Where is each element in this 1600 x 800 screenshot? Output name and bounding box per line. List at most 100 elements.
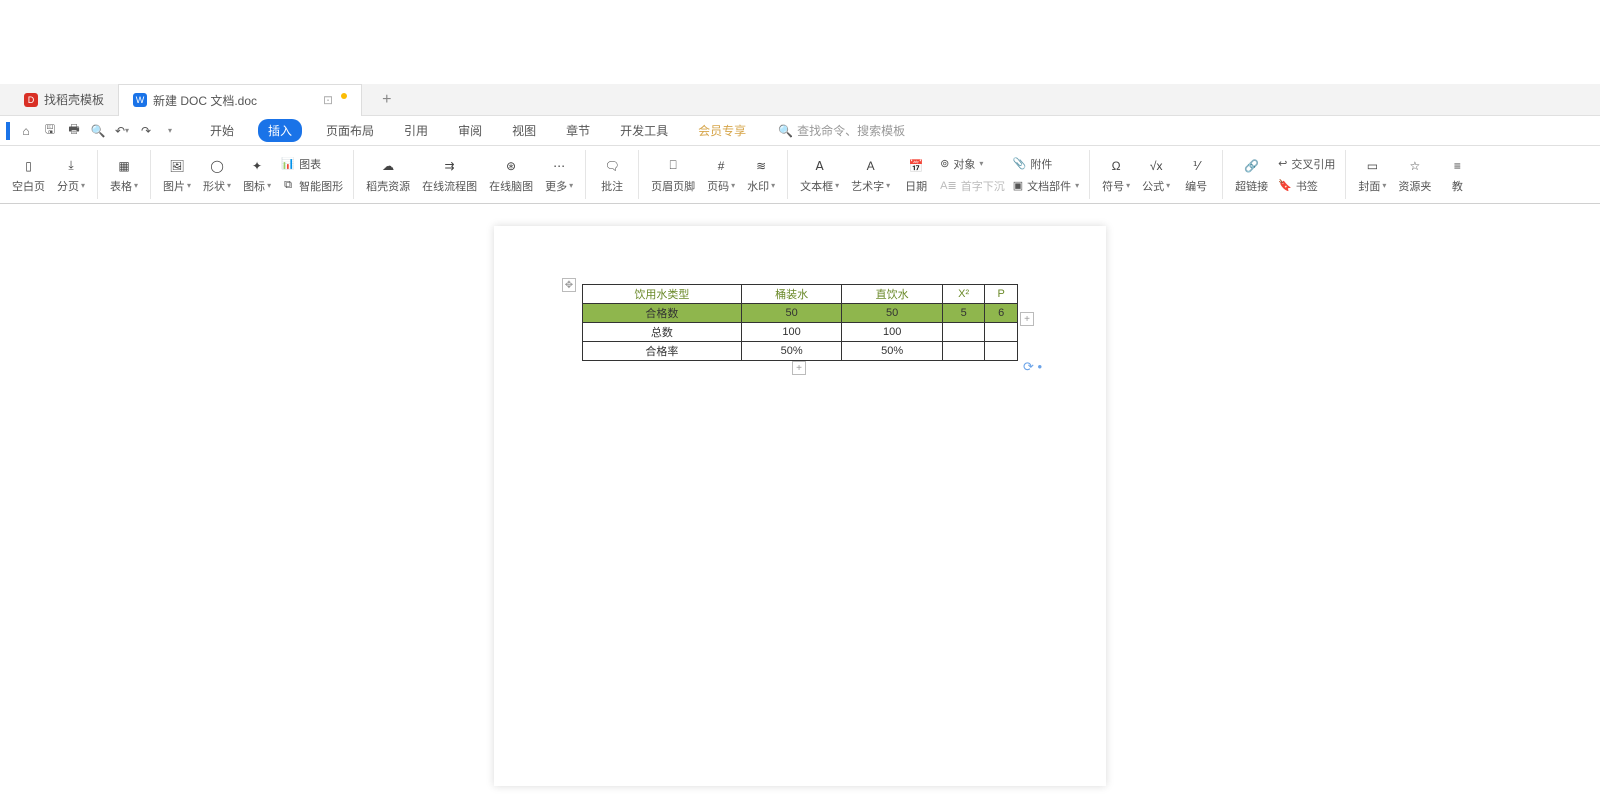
search-placeholder: 查找命令、搜索模板 [797, 122, 905, 139]
undo-icon[interactable]: ↶▾ [114, 123, 130, 139]
new-tab-button[interactable]: + [382, 91, 391, 109]
symbol-label: 符号▾ [1102, 178, 1130, 194]
object-button[interactable]: ⊚ 对象▾ [938, 154, 1007, 174]
edu-button[interactable]: ≡ 教 [1439, 154, 1475, 196]
equation-button[interactable]: √x 公式▾ [1138, 154, 1174, 196]
table-header-cell[interactable]: 直饮水 [842, 285, 943, 304]
preview-icon[interactable]: 🔍 [90, 123, 106, 139]
table-cell[interactable] [985, 342, 1018, 361]
cover-label: 封面▾ [1358, 178, 1386, 194]
tab-page-layout[interactable]: 页面布局 [320, 118, 380, 143]
tab-templates[interactable]: D 找稻壳模板 [10, 84, 118, 116]
number-label: 编号 [1185, 178, 1207, 194]
page-number-button[interactable]: # 页码▾ [703, 154, 739, 196]
table-cell[interactable] [942, 342, 984, 361]
docer-resource-button[interactable]: ☁ 稻壳资源 [362, 154, 414, 196]
table-cell[interactable]: 100 [842, 323, 943, 342]
cover-button[interactable]: ▭ 封面▾ [1354, 154, 1390, 196]
tab-member[interactable]: 会员专享 [692, 118, 752, 143]
table-move-handle-icon[interactable]: ✥ [562, 278, 576, 292]
mindmap-label: 在线脑图 [489, 178, 533, 194]
shapes-button[interactable]: ◯ 形状▾ [199, 154, 235, 196]
blank-page-button[interactable]: ▯ 空白页 [8, 154, 49, 196]
cross-ref-button[interactable]: ↩ 交叉引用 [1276, 154, 1337, 174]
table-cell[interactable]: 合格数 [583, 304, 742, 323]
table-header-cell[interactable]: X² [942, 285, 984, 304]
object-label: 对象 [953, 156, 975, 172]
tab-references[interactable]: 引用 [398, 118, 434, 143]
drop-cap-icon: A≣ [940, 179, 957, 192]
table-cell[interactable]: 100 [741, 323, 842, 342]
table-cell[interactable]: 50 [741, 304, 842, 323]
page-number-label: 页码▾ [707, 178, 735, 194]
home-icon[interactable]: ⌂ [18, 123, 34, 139]
watermark-button[interactable]: ≋ 水印▾ [743, 154, 779, 196]
table-add-row-handle-icon[interactable]: + [792, 361, 806, 375]
tab-label-1: 新建 DOC 文档.doc [153, 92, 257, 109]
attachment-button[interactable]: 📎 附件 [1011, 154, 1081, 174]
smartart-button[interactable]: ⧉ 智能图形 [279, 176, 345, 196]
icons-button[interactable]: ✦ 图标▾ [239, 154, 275, 196]
tab-view[interactable]: 视图 [506, 118, 542, 143]
drop-cap-label: 首字下沉 [961, 178, 1005, 194]
mindmap-icon: ⊛ [501, 156, 521, 176]
table-cell[interactable]: 总数 [583, 323, 742, 342]
qat-more-icon[interactable]: ▾ [162, 123, 178, 139]
bookmark-button[interactable]: 🔖 书签 [1276, 176, 1337, 196]
symbol-button[interactable]: Ω 符号▾ [1098, 154, 1134, 196]
textbox-button[interactable]: 𝖠 文本框▾ [796, 154, 843, 196]
table-header-cell[interactable]: P [985, 285, 1018, 304]
table-add-column-handle-icon[interactable]: + [1020, 312, 1034, 326]
redo-icon[interactable]: ↷ [138, 123, 154, 139]
cross-ref-icon: ↩ [1278, 157, 1287, 170]
cover-icon: ▭ [1362, 156, 1382, 176]
resource-button[interactable]: ☆ 资源夹 [1394, 154, 1435, 196]
blank-page-icon: ▯ [19, 156, 39, 176]
quick-access-toolbar: ⌂ 🖫 🖶 🔍 ↶▾ ↷ ▾ [6, 122, 178, 140]
ribbon: ▯ 空白页 ⤓ 分页▾ ▦ 表格▾ 🖼 图片▾ ◯ 形状▾ ✦ 图标▾ 📊 [0, 146, 1600, 204]
table-cell[interactable] [942, 323, 984, 342]
tab-developer[interactable]: 开发工具 [614, 118, 674, 143]
table-header-cell[interactable]: 桶装水 [741, 285, 842, 304]
drop-cap-button[interactable]: A≣ 首字下沉 [938, 176, 1007, 196]
search-icon: 🔍 [778, 124, 793, 138]
comment-button[interactable]: 🗨 批注 [594, 154, 630, 196]
picture-button[interactable]: 🖼 图片▾ [159, 154, 195, 196]
header-footer-button[interactable]: ⎕ 页眉页脚 [647, 154, 699, 196]
smartart-label: 智能图形 [299, 178, 343, 194]
online-mindmap-button[interactable]: ⊛ 在线脑图 [485, 154, 537, 196]
wordart-button[interactable]: A 艺术字▾ [847, 154, 894, 196]
number-button[interactable]: ⅟ 编号 [1178, 154, 1214, 196]
tab-review[interactable]: 审阅 [452, 118, 488, 143]
date-button[interactable]: 📅 日期 [898, 154, 934, 196]
table-button[interactable]: ▦ 表格▾ [106, 154, 142, 196]
table-cell[interactable]: 50 [842, 304, 943, 323]
equation-icon: √x [1146, 156, 1166, 176]
table-cell[interactable]: 50% [842, 342, 943, 361]
table-cell[interactable] [985, 323, 1018, 342]
tab-menu-icon[interactable]: ⊡ [323, 93, 333, 107]
doc-parts-button[interactable]: ▣ 文档部件▾ [1011, 176, 1081, 196]
online-flowchart-button[interactable]: ⇉ 在线流程图 [418, 154, 481, 196]
page-break-button[interactable]: ⤓ 分页▾ [53, 154, 89, 196]
tab-section[interactable]: 章节 [560, 118, 596, 143]
table-cell[interactable]: 6 [985, 304, 1018, 323]
more-button[interactable]: ⋯ 更多▾ [541, 154, 577, 196]
table-cell[interactable]: 5 [942, 304, 984, 323]
chart-button[interactable]: 📊 图表 [279, 154, 345, 174]
table-cell[interactable]: 50% [741, 342, 842, 361]
tab-start[interactable]: 开始 [204, 118, 240, 143]
doc-table[interactable]: 饮用水类型 桶装水 直饮水 X² P 合格数 50 50 5 6 总数 100 … [582, 284, 1018, 361]
hyperlink-button[interactable]: 🔗 超链接 [1231, 154, 1272, 196]
document-page[interactable]: ✥ 饮用水类型 桶装水 直饮水 X² P 合格数 50 50 5 6 总数 [494, 226, 1106, 786]
table-cell[interactable]: 合格率 [583, 342, 742, 361]
save-icon[interactable]: 🖫 [42, 123, 58, 139]
print-icon[interactable]: 🖶 [66, 123, 82, 139]
search-input[interactable]: 🔍 查找命令、搜索模板 [778, 122, 905, 139]
app-red-icon: D [24, 93, 38, 107]
table-header-cell[interactable]: 饮用水类型 [583, 285, 742, 304]
tab-document[interactable]: W 新建 DOC 文档.doc ⊡ [118, 84, 362, 116]
unsaved-indicator-icon [341, 93, 347, 99]
table-resize-handle-icon[interactable]: ⟳ • [1023, 359, 1042, 375]
tab-insert[interactable]: 插入 [258, 119, 302, 142]
